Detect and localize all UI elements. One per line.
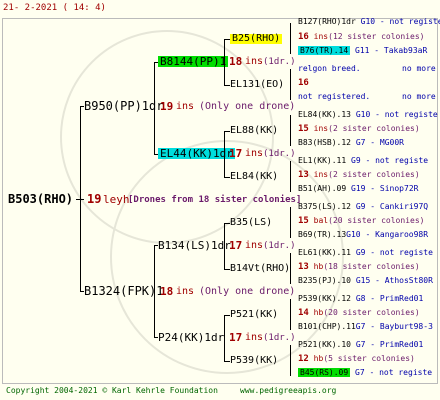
g1b-num: 18 <box>160 285 174 298</box>
root-suffix: leyh <box>103 193 130 206</box>
footer-url[interactable]: www.pedigreeapis.org <box>240 387 336 395</box>
ancestor-row: P539(KK).12 G8 - PrimRed01 <box>298 294 424 303</box>
connector <box>224 39 225 86</box>
connector <box>290 69 291 100</box>
g2c-note: (1dr.) <box>263 241 296 251</box>
queen-b14vt: B14Vt(RHO) <box>230 263 291 274</box>
g2c-unit: ins <box>245 240 264 251</box>
ancestor-row: EL84(KK).13 G10 - not registe <box>298 110 438 119</box>
ancestor-row-note: no more <box>402 92 436 101</box>
queen-b35: B35(LS) <box>230 217 273 228</box>
ancestor-row: not registered. <box>298 92 371 101</box>
root-note: [Drones from 18 sister colonies] <box>128 195 302 205</box>
connector <box>80 106 81 292</box>
ancestor-row: EL61(KK).11 G9 - not registe <box>298 248 433 257</box>
ancestor-row-note: no more <box>402 64 436 73</box>
colony-info-row: 15 bal(20 sister colonies) <box>298 216 425 226</box>
connector <box>290 253 291 284</box>
connector <box>290 161 291 192</box>
colony-info-row: 13 hb(18 sister colonies) <box>298 262 420 272</box>
connector <box>154 245 155 338</box>
date-stamp: 21- 2-2021 ( 14: 4) <box>3 3 106 13</box>
g2d-note: (1dr.) <box>263 333 296 343</box>
colony-info-row: 12 hb(5 sister colonies) <box>298 354 415 364</box>
ancestor-row: B101(CHP).11G7 - Bayburt98-3 <box>298 322 433 331</box>
g2d-unit: ins <box>245 332 264 343</box>
queen-p24: P24(KK)1dr <box>158 331 225 344</box>
queen-b134: B134(LS)1dr <box>158 239 231 252</box>
g2c-num: 17 <box>229 239 243 252</box>
queen-el88: EL88(KK) <box>230 125 279 136</box>
colony-info-row: 16 ins(12 sister colonies) <box>298 32 425 42</box>
queen-el131: EL131(EO) <box>230 79 285 90</box>
colony-info-row: 14 hb(20 sister colonies) <box>298 308 420 318</box>
g1b-unit: ins <box>176 286 195 297</box>
ancestor-row: B83(HSB).12 G7 - MG00R <box>298 138 404 147</box>
root-queen: B503(RHO) <box>8 192 74 206</box>
queen-p539: P539(KK) <box>230 355 279 366</box>
queen-el84: EL84(KK) <box>230 171 279 182</box>
connector <box>290 299 291 330</box>
copyright: Copyright 2004-2021 © Karl Kehrle Founda… <box>6 386 218 395</box>
connector <box>290 115 291 146</box>
connector <box>290 345 291 376</box>
ancestor-row: B375(LS).12 G9 - Cankiri97Q <box>298 202 429 211</box>
queen-b950: B950(PP)1dr <box>84 99 164 113</box>
ancestor-row: B51(AH).09 G19 - Sinop72R <box>298 184 419 193</box>
ancestor-row: B235(PJ).10 G15 - AthosSt80R <box>298 276 433 285</box>
g2b-note: (1dr.) <box>263 149 296 159</box>
ancestor-row: relgon breed. <box>298 64 361 73</box>
colony-info-row: 16 <box>298 78 309 88</box>
pedigree-chart: 21- 2-2021 ( 14: 4) B503(RHO) 19 leyh [D… <box>0 0 440 400</box>
g2b-num: 17 <box>229 147 243 160</box>
queen-b1324: B1324(FPK)1 <box>84 284 164 298</box>
connector <box>290 23 291 54</box>
ancestor-row: EL1(KK).11 G9 - not registe <box>298 156 429 165</box>
colony-info-row: 13 ins(2 sister colonies) <box>298 170 420 180</box>
g2a-unit: ins <box>245 56 264 67</box>
connector <box>224 131 225 178</box>
g1a-unit: ins <box>176 101 195 112</box>
ancestor-row: B45(RS).09 G7 - not registe <box>298 368 433 377</box>
g2a-note: (1dr.) <box>263 57 296 67</box>
root-number: 19 <box>87 192 102 206</box>
queen-b8144: B8144(PP)1 <box>158 55 229 68</box>
connector <box>224 223 225 270</box>
connector <box>290 207 291 238</box>
connector <box>154 62 155 155</box>
ancestor-row: B76(TR).14 G11 - Takab93aR <box>298 46 428 55</box>
g2b-unit: ins <box>245 148 264 159</box>
g2a-num: 18 <box>229 55 243 68</box>
g1a-note: (Only one drone) <box>199 101 296 112</box>
ancestor-row: B69(TR).13G10 - Kangaroo98R <box>298 230 429 239</box>
g1b-note: (Only one drone) <box>199 286 296 297</box>
ancestor-row: B127(RHO)1dr G10 - not registe <box>298 17 440 26</box>
queen-p521: P521(KK) <box>230 309 279 320</box>
queen-b25: B25(RHO) <box>230 33 283 44</box>
g2d-num: 17 <box>229 331 243 344</box>
g1a-num: 19 <box>160 100 174 113</box>
connector <box>224 315 225 362</box>
ancestor-row: P521(KK).10 G7 - PrimRed01 <box>298 340 424 349</box>
colony-info-row: 15 ins(2 sister colonies) <box>298 124 420 134</box>
